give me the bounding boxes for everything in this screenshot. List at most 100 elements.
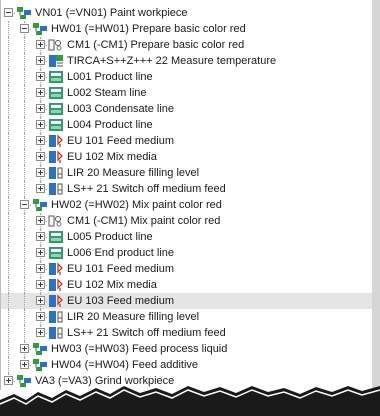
tree-guide-line xyxy=(8,149,9,165)
expand-icon[interactable] xyxy=(36,152,45,161)
plant-hierarchy-icon xyxy=(32,358,48,372)
tree-guide-line xyxy=(24,229,25,245)
expand-icon[interactable] xyxy=(36,184,45,193)
tree-node[interactable]: EU 101 Feed medium xyxy=(0,261,372,277)
tree-node[interactable]: EU 103 Feed medium xyxy=(0,293,372,309)
collapse-icon[interactable] xyxy=(20,24,29,33)
tree-node[interactable]: HW01 (=HW01) Prepare basic color red xyxy=(0,21,372,37)
tree-node-label: HW02 (=HW02) Mix paint color red xyxy=(51,199,222,211)
expand-icon[interactable] xyxy=(36,248,45,257)
tree-guide-line xyxy=(24,213,25,229)
expand-icon[interactable] xyxy=(20,360,29,369)
tree-node-label: L003 Condensate line xyxy=(67,103,175,115)
plant-hierarchy-icon xyxy=(32,22,48,36)
tree-node-label: L001 Product line xyxy=(67,71,153,83)
tree-node[interactable]: L005 Product line xyxy=(0,229,372,245)
expand-icon[interactable] xyxy=(36,88,45,97)
expand-icon[interactable] xyxy=(36,216,45,225)
expand-icon[interactable] xyxy=(36,312,45,321)
expand-icon[interactable] xyxy=(36,328,45,337)
expand-icon[interactable] xyxy=(36,56,45,65)
tree-node[interactable]: CM1 (-CM1) Mix paint color red xyxy=(0,213,372,229)
tree-node-label: HW03 (=HW03) Feed process liquid xyxy=(51,343,228,355)
tree-guide-line xyxy=(24,133,25,149)
tree-node-label: LIR 20 Measure filling level xyxy=(67,167,200,179)
tree-node-label: EU 103 Feed medium xyxy=(67,295,174,307)
valve-function-icon xyxy=(48,150,64,164)
tree-guide-line xyxy=(8,341,9,357)
tree-guide-line xyxy=(8,69,9,85)
tree-node[interactable]: L002 Steam line xyxy=(0,85,372,101)
tree-node-label: EU 102 Mix media xyxy=(67,151,157,163)
tree-node[interactable]: L004 Product line xyxy=(0,117,372,133)
tree-guide-line xyxy=(8,181,9,197)
tree-guide-line xyxy=(8,309,9,325)
product-line-icon xyxy=(48,246,64,260)
tree-node[interactable]: CM1 (-CM1) Prepare basic color red xyxy=(0,37,372,53)
control-module-icon xyxy=(48,38,64,52)
expand-icon[interactable] xyxy=(20,344,29,353)
tree-node-label: L002 Steam line xyxy=(67,87,147,99)
expand-icon[interactable] xyxy=(36,120,45,129)
tree-node-label: LS++ 21 Switch off medium feed xyxy=(67,327,226,339)
tree-node[interactable]: EU 102 Mix media xyxy=(0,277,372,293)
tree-node[interactable]: HW03 (=HW03) Feed process liquid xyxy=(0,341,372,357)
expand-icon[interactable] xyxy=(36,168,45,177)
tree-guide-line xyxy=(24,165,25,181)
tree-guide-line xyxy=(8,245,9,261)
expand-icon[interactable] xyxy=(36,72,45,81)
tree-node-label: L006 End product line xyxy=(67,247,175,259)
tree-guide-line xyxy=(24,53,25,69)
expand-icon[interactable] xyxy=(36,280,45,289)
tree-node[interactable]: EU 102 Mix media xyxy=(0,149,372,165)
tree-node[interactable]: HW02 (=HW02) Mix paint color red xyxy=(0,197,372,213)
tree-guide-line xyxy=(8,197,9,213)
valve-function-icon xyxy=(48,262,64,276)
expand-icon[interactable] xyxy=(36,40,45,49)
tree-node[interactable]: L001 Product line xyxy=(0,69,372,85)
tree-guide-line xyxy=(8,117,9,133)
tree-node-label: HW04 (=HW04) Feed additive xyxy=(51,359,199,371)
tree-guide-line xyxy=(8,53,9,69)
tree-guide-line xyxy=(8,229,9,245)
tree-node-label: EU 101 Feed medium xyxy=(67,135,174,147)
tree-left-border xyxy=(0,0,1,390)
tree-guide-line xyxy=(24,101,25,117)
expand-icon[interactable] xyxy=(36,136,45,145)
tree-node[interactable]: L006 End product line xyxy=(0,245,372,261)
tree-node[interactable]: LS++ 21 Switch off medium feed xyxy=(0,181,372,197)
tree-guide-line xyxy=(8,101,9,117)
tree-node-label: TIRCA+S++Z+++ 22 Measure temperature xyxy=(67,55,277,67)
tree-node[interactable]: TIRCA+S++Z+++ 22 Measure temperature xyxy=(0,53,372,69)
collapse-icon[interactable] xyxy=(4,8,13,17)
tree-node-label: LS++ 21 Switch off medium feed xyxy=(67,183,226,195)
level-measurement-icon xyxy=(48,166,64,180)
tree-node[interactable]: LIR 20 Measure filling level xyxy=(0,309,372,325)
tree-guide-line xyxy=(24,181,25,197)
product-line-icon xyxy=(48,230,64,244)
expand-icon[interactable] xyxy=(36,104,45,113)
tree-guide-line xyxy=(24,37,25,53)
torn-edge-decoration xyxy=(0,386,380,416)
expand-icon[interactable] xyxy=(36,264,45,273)
tree-guide-line xyxy=(8,213,9,229)
tree-guide-line xyxy=(24,69,25,85)
tree-node-label: L004 Product line xyxy=(67,119,153,131)
control-module-icon xyxy=(48,214,64,228)
product-line-icon xyxy=(48,70,64,84)
tree-node[interactable]: VN01 (=VN01) Paint workpiece xyxy=(0,5,372,21)
collapse-icon[interactable] xyxy=(20,200,29,209)
tree-node-label: EU 101 Feed medium xyxy=(67,263,174,275)
expand-icon[interactable] xyxy=(36,296,45,305)
tree-guide-line xyxy=(24,261,25,277)
expand-icon[interactable] xyxy=(36,232,45,241)
tree-guide-line xyxy=(24,149,25,165)
tree-node[interactable]: HW04 (=HW04) Feed additive xyxy=(0,357,372,373)
tree-node[interactable]: EU 101 Feed medium xyxy=(0,133,372,149)
tree-node[interactable]: L003 Condensate line xyxy=(0,101,372,117)
tree-node[interactable]: LIR 20 Measure filling level xyxy=(0,165,372,181)
side-margin xyxy=(372,0,380,416)
tree-node[interactable]: LS++ 21 Switch off medium feed xyxy=(0,325,372,341)
plant-hierarchy-icon xyxy=(16,6,32,20)
tree-guide-line xyxy=(24,293,25,309)
